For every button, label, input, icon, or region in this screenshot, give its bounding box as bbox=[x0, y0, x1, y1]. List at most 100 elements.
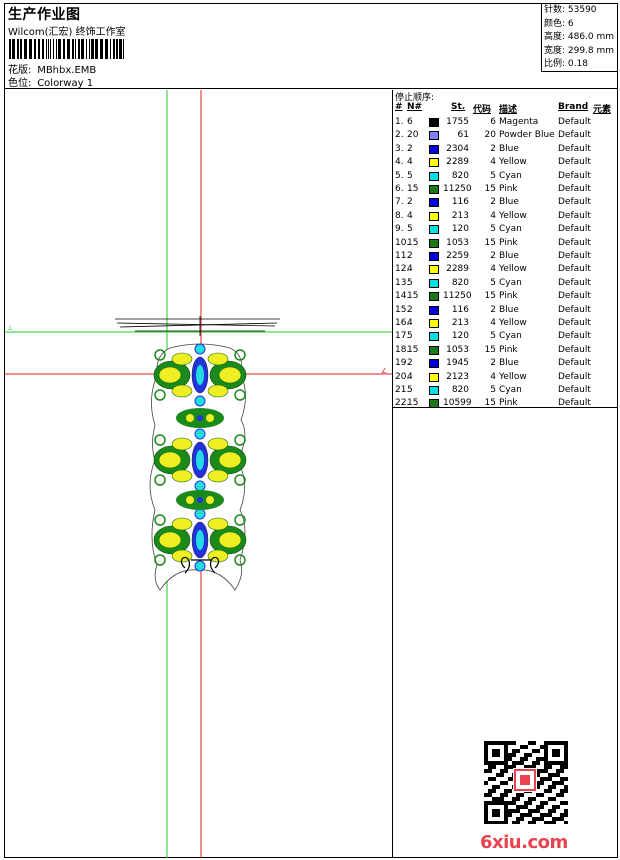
design-preview: ⊥ ∠ bbox=[5, 90, 393, 858]
row-brand: Default bbox=[558, 331, 591, 342]
row-stitches: 2289 bbox=[446, 264, 469, 275]
row-description: Cyan bbox=[499, 277, 522, 288]
row-code: 15 bbox=[484, 184, 496, 194]
row-stitches: 120 bbox=[451, 224, 469, 235]
row-index: 8. bbox=[395, 210, 404, 221]
row-brand: Default bbox=[558, 130, 591, 141]
row-stitches: 2289 bbox=[446, 157, 469, 168]
row-index: 4. bbox=[395, 157, 404, 168]
colorway-label: 色位: bbox=[8, 78, 32, 89]
row-needle: 15 bbox=[407, 291, 419, 302]
color-swatch bbox=[429, 185, 439, 194]
row-description: Yellow bbox=[499, 210, 527, 221]
row-description: Pink bbox=[499, 398, 518, 409]
row-brand: Default bbox=[558, 358, 591, 369]
row-stitches: 2123 bbox=[446, 371, 469, 382]
table-row: 21. 5 820 5 Cyan Default bbox=[393, 384, 617, 397]
colorway-row: 色位: Colorway 1 bbox=[8, 74, 93, 89]
row-index: 9. bbox=[395, 224, 404, 235]
col-element: 元素 bbox=[593, 105, 612, 115]
color-swatch bbox=[429, 399, 439, 409]
row-needle: 4 bbox=[407, 318, 413, 328]
row-stitches: 820 bbox=[451, 277, 469, 288]
col-code: 代码 bbox=[473, 105, 492, 115]
row-description: Cyan bbox=[499, 224, 522, 235]
row-brand: Default bbox=[558, 371, 591, 382]
row-needle: 4 bbox=[407, 264, 413, 275]
color-swatch bbox=[429, 345, 439, 355]
row-description: Pink bbox=[499, 344, 518, 355]
row-stitches: 1945 bbox=[446, 358, 469, 369]
row-code: 5 bbox=[490, 385, 496, 395]
row-code: 4 bbox=[490, 371, 496, 382]
row-description: Yellow bbox=[499, 318, 527, 328]
color-swatch bbox=[429, 171, 439, 181]
table-row: 2. 20 61 20 Powder Blue Default bbox=[393, 129, 617, 142]
row-code: 5 bbox=[490, 331, 496, 342]
row-needle: 5 bbox=[407, 224, 413, 235]
color-swatch bbox=[429, 278, 439, 288]
row-code: 15 bbox=[484, 344, 496, 355]
color-swatch bbox=[429, 265, 439, 275]
embroidery-design-graphic: ⊥ ∠ bbox=[5, 90, 392, 858]
barcode bbox=[9, 39, 124, 59]
row-brand: Default bbox=[558, 170, 591, 181]
row-brand: Default bbox=[558, 184, 591, 194]
color-swatch bbox=[429, 225, 439, 235]
row-code: 4 bbox=[490, 264, 496, 275]
row-needle: 5 bbox=[407, 385, 413, 395]
row-needle: 20 bbox=[407, 130, 419, 141]
color-swatch bbox=[429, 144, 439, 154]
row-brand: Default bbox=[558, 264, 591, 275]
design-height: 高度: 486.0 mm bbox=[544, 32, 615, 42]
row-code: 4 bbox=[490, 210, 496, 221]
color-swatch bbox=[429, 158, 439, 168]
row-code: 4 bbox=[490, 157, 496, 168]
top-stitch-lines bbox=[115, 316, 280, 336]
col-stitches: St. bbox=[451, 102, 466, 112]
row-description: Blue bbox=[499, 197, 519, 208]
floral-motifs bbox=[153, 343, 247, 572]
row-brand: Default bbox=[558, 304, 591, 315]
page-title: 生产作业图 bbox=[8, 7, 81, 23]
row-brand: Default bbox=[558, 318, 591, 328]
table-row: 20. 4 2123 4 Yellow Default bbox=[393, 371, 617, 384]
col-brand: Brand bbox=[558, 102, 589, 112]
row-brand: Default bbox=[558, 157, 591, 168]
table-row: 15. 2 116 2 Blue Default bbox=[393, 304, 617, 317]
row-brand: Default bbox=[558, 143, 591, 154]
row-description: Yellow bbox=[499, 157, 527, 168]
row-needle: 4 bbox=[407, 157, 413, 168]
row-description: Cyan bbox=[499, 385, 522, 395]
row-stitches: 1053 bbox=[446, 344, 469, 355]
row-description: Magenta bbox=[499, 117, 539, 127]
row-stitches: 116 bbox=[451, 197, 469, 208]
row-stitches: 820 bbox=[451, 170, 469, 181]
row-index: 5. bbox=[395, 170, 404, 181]
table-row: 4. 4 2289 4 Yellow Default bbox=[393, 156, 617, 169]
col-index: # bbox=[395, 102, 403, 112]
row-brand: Default bbox=[558, 398, 591, 409]
table-row: 12. 4 2289 4 Yellow Default bbox=[393, 263, 617, 276]
row-needle: 5 bbox=[407, 170, 413, 181]
row-description: Yellow bbox=[499, 371, 527, 382]
row-needle: 15 bbox=[407, 184, 419, 194]
row-brand: Default bbox=[558, 291, 591, 302]
table-row: 17. 5 120 5 Cyan Default bbox=[393, 330, 617, 343]
table-row: 22. 15 10599 15 Pink Default bbox=[393, 397, 617, 410]
row-stitches: 10599 bbox=[443, 398, 472, 409]
design-stats: 针数: 53590 颜色: 6 高度: 486.0 mm 宽度: 299.8 m… bbox=[541, 4, 617, 72]
color-swatch bbox=[429, 305, 439, 315]
row-stitches: 1053 bbox=[446, 237, 469, 248]
row-stitches: 120 bbox=[451, 331, 469, 342]
row-code: 4 bbox=[490, 318, 496, 328]
qr-code-icon bbox=[483, 740, 569, 824]
table-row: 16. 4 213 4 Yellow Default bbox=[393, 317, 617, 330]
table-row: 8. 4 213 4 Yellow Default bbox=[393, 210, 617, 223]
row-needle: 2 bbox=[407, 197, 413, 208]
row-brand: Default bbox=[558, 277, 591, 288]
table-row: 13. 5 820 5 Cyan Default bbox=[393, 277, 617, 290]
row-needle: 4 bbox=[407, 210, 413, 221]
row-brand: Default bbox=[558, 210, 591, 221]
table-row: 9. 5 120 5 Cyan Default bbox=[393, 223, 617, 236]
